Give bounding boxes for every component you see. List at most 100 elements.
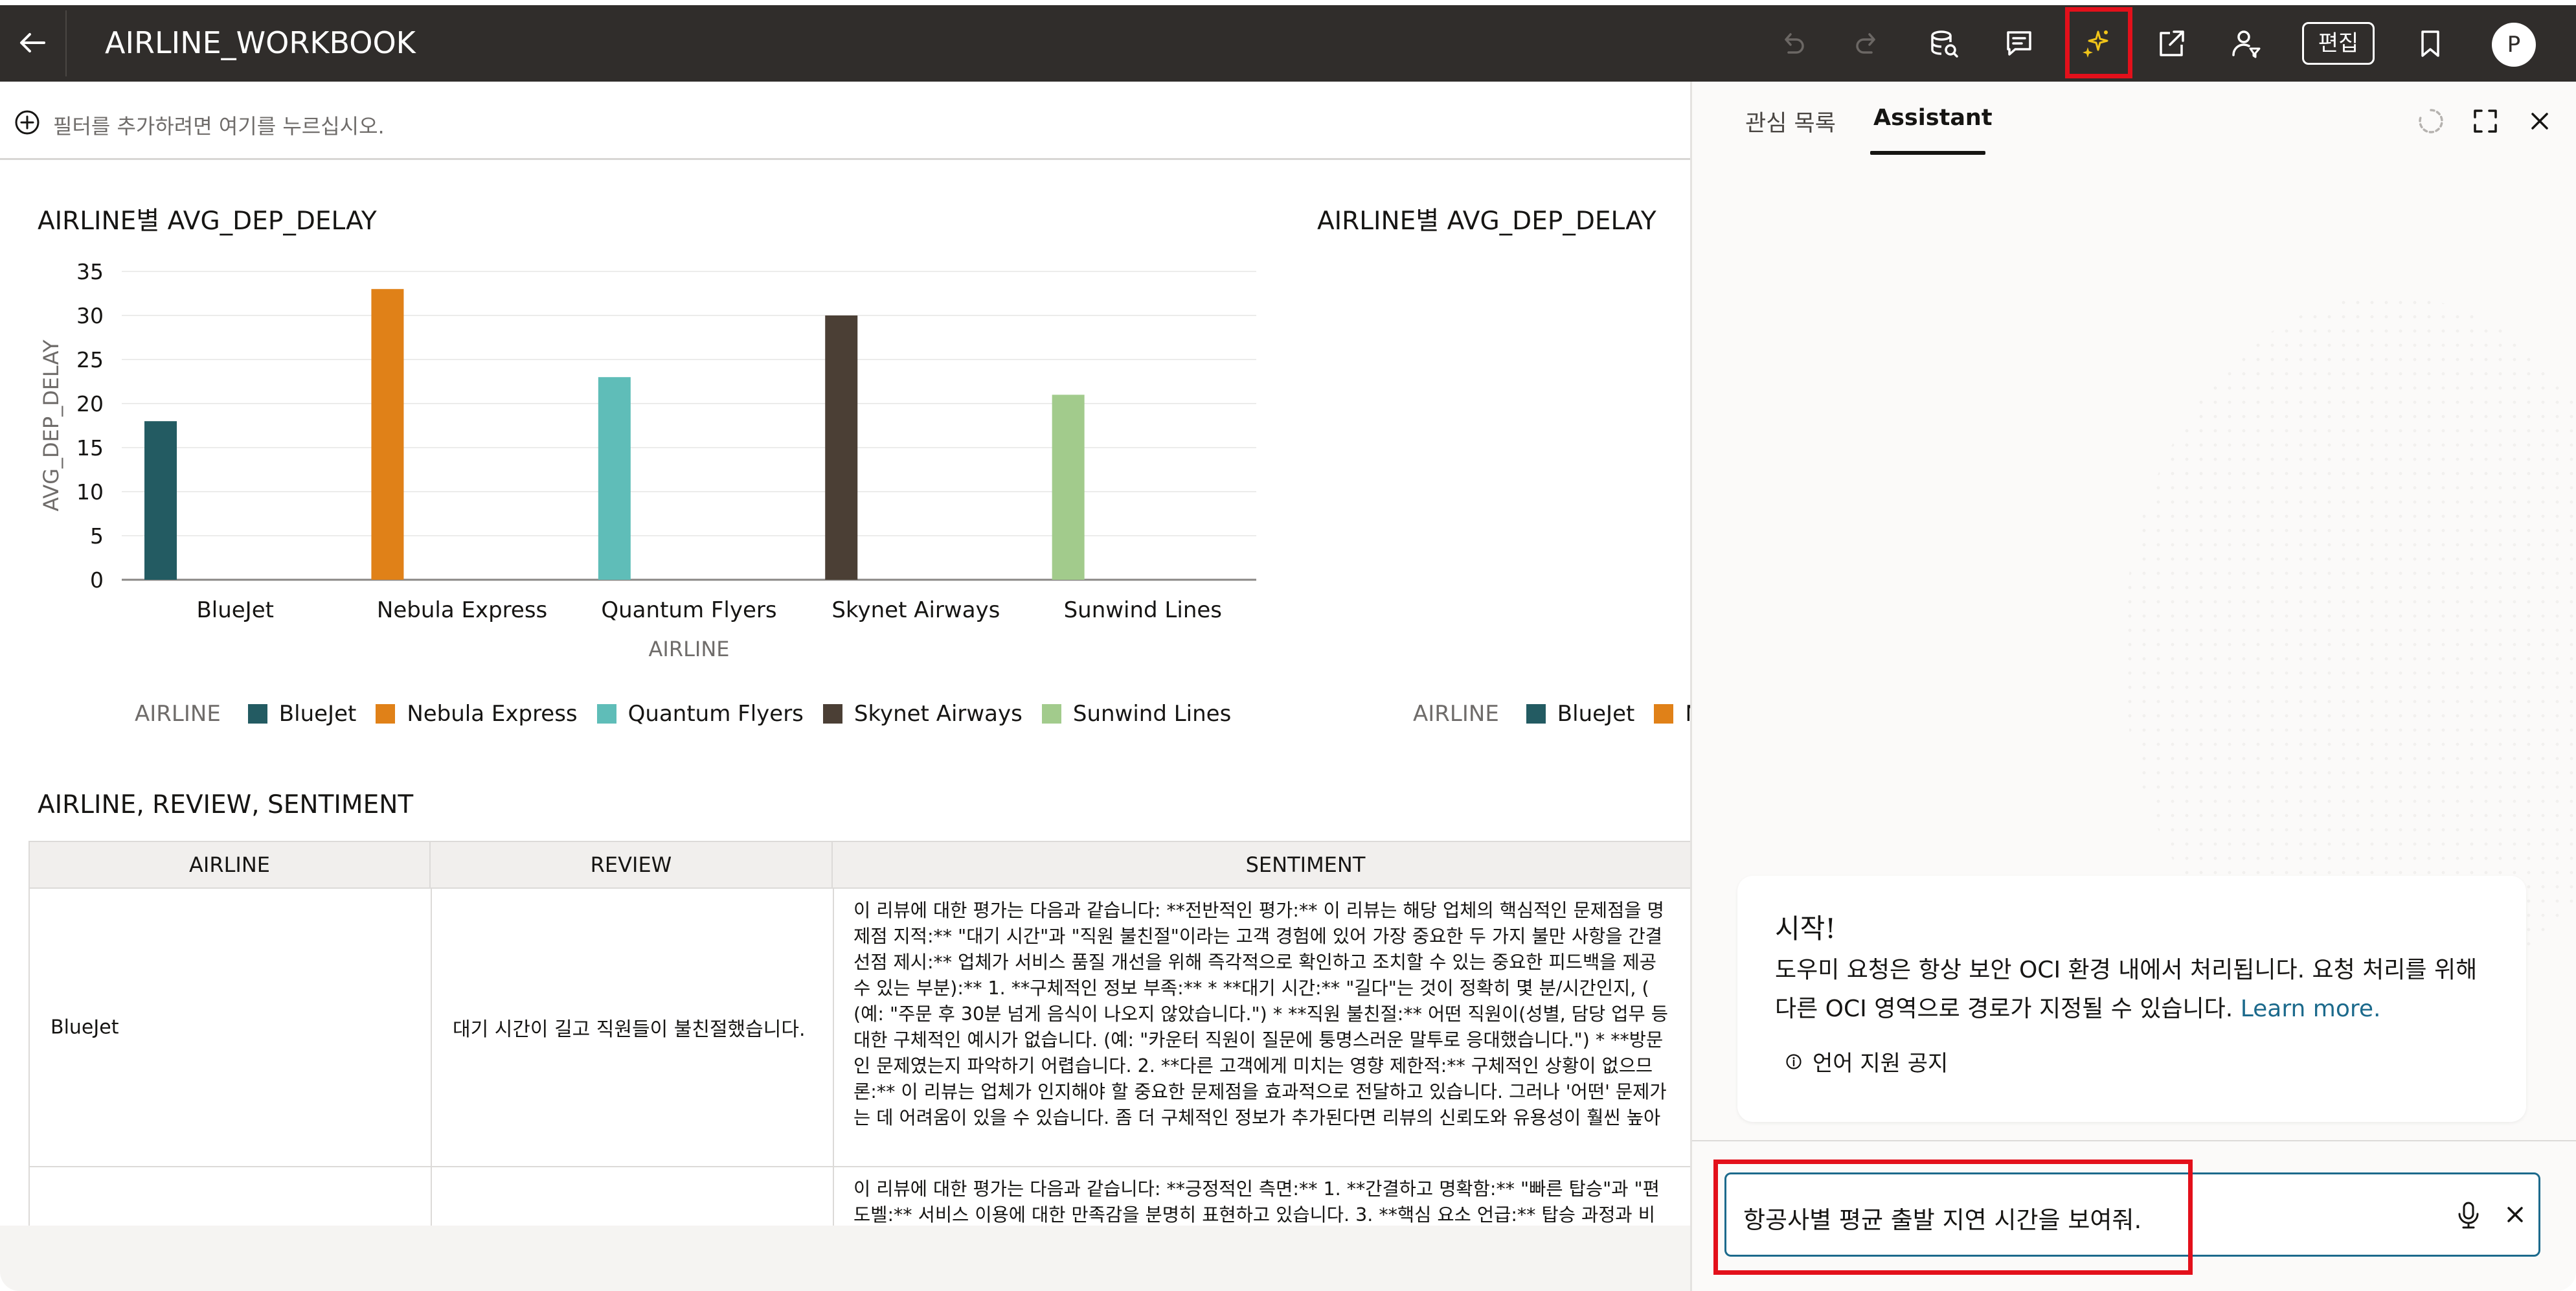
sentiment-line: 도벨:** 서비스 이용에 대한 만족감을 분명히 표현하고 있습니다. 3. … bbox=[853, 1204, 1655, 1226]
sentiment-line: 수 있는 부분):** 1. **구체적인 정보 부족:** * **대기 시간… bbox=[853, 977, 1649, 999]
y-tick-label: 25 bbox=[76, 347, 104, 372]
bar-bluejet[interactable] bbox=[144, 421, 177, 580]
bookmark-icon bbox=[2421, 30, 2439, 57]
y-tick-label: 15 bbox=[76, 435, 104, 461]
canvas-footer bbox=[0, 1226, 1690, 1291]
header-divider bbox=[65, 10, 67, 76]
legend-item-skynet-airways[interactable]: Skynet Airways bbox=[822, 701, 1022, 727]
workbook-canvas: AIRLINE별 AVG_DEP_DELAY AIRLINE별 AVG_DEP_… bbox=[0, 160, 1690, 1226]
legend-title: AIRLINE bbox=[135, 701, 221, 727]
sentiment-line: 론:** 이 리뷰는 업체가 인지해야 할 중요한 문제점을 효과적으로 전달하… bbox=[853, 1081, 1667, 1102]
legend-item-nebula-express[interactable]: N bbox=[1654, 701, 1690, 727]
y-tick-label: 30 bbox=[76, 303, 104, 328]
reset-button[interactable] bbox=[2415, 105, 2447, 137]
legend-item-quantum-flyers[interactable]: Quantum Flyers bbox=[596, 701, 804, 727]
edit-button[interactable]: 편집 bbox=[2302, 22, 2375, 65]
welcome-body: 도우미 요청은 항상 보안 OCI 환경 내에서 처리됩니다. 요청 처리를 위… bbox=[1775, 951, 2494, 1029]
avatar[interactable]: P bbox=[2492, 23, 2536, 67]
x-tick-label: Skynet Airways bbox=[831, 597, 1000, 623]
legend-item-bluejet[interactable]: BlueJet bbox=[1526, 701, 1635, 727]
cell-review bbox=[432, 1167, 834, 1226]
clear-icon[interactable] bbox=[2501, 1200, 2529, 1229]
learn-more-link[interactable]: Learn more. bbox=[2241, 996, 2381, 1022]
export-icon bbox=[2160, 30, 2184, 56]
close-panel-button[interactable] bbox=[2524, 105, 2556, 137]
x-tick-label: Quantum Flyers bbox=[601, 597, 776, 623]
legend-swatch bbox=[596, 704, 616, 724]
assistant-button-highlight bbox=[2065, 7, 2132, 78]
legend-item-sunwind-lines[interactable]: Sunwind Lines bbox=[1041, 701, 1231, 727]
y-tick-label: 0 bbox=[90, 567, 104, 593]
undo-button[interactable] bbox=[1776, 27, 1809, 60]
sentiment-line: 이 리뷰에 대한 평가는 다음과 같습니다: **전반적인 평가:** 이 리뷰… bbox=[853, 900, 1664, 921]
table-row[interactable]: 이 리뷰에 대한 평가는 다음과 같습니다: **긍정적인 측면:** 1. *… bbox=[28, 1167, 1690, 1226]
user-filter-button[interactable] bbox=[2230, 27, 2263, 60]
y-tick-label: 20 bbox=[76, 391, 104, 417]
export-button[interactable] bbox=[2154, 27, 2188, 60]
tab-assistant[interactable]: Assistant bbox=[1873, 105, 1993, 131]
bookmark-button[interactable] bbox=[2413, 27, 2447, 60]
bar-chart-avg-dep-delay: 0 5 10 15 20 25 30 35 BlueJet Nebula Express Quant… bbox=[39, 259, 1256, 661]
column-header-airline[interactable]: AIRLINE bbox=[30, 842, 431, 887]
y-tick-label: 35 bbox=[76, 259, 104, 284]
sentiment-line: 제점 지적:** "대기 시간"과 "직원 불친절"이라는 고객 경험에 있어 … bbox=[853, 926, 1663, 947]
microphone-icon[interactable] bbox=[2453, 1199, 2484, 1230]
prompt-highlight bbox=[1713, 1160, 2193, 1275]
add-filter-icon[interactable] bbox=[14, 109, 40, 135]
bar-nebula-express[interactable] bbox=[371, 289, 404, 580]
y-tick-label: 5 bbox=[90, 523, 104, 549]
table-row[interactable]: BlueJet 대기 시간이 길고 직원들이 불친절했습니다. 이 리뷰에 대한… bbox=[28, 889, 1690, 1167]
refresh-icon bbox=[2419, 109, 2443, 133]
chart-legend: AIRLINE BlueJet Nebula Express Quantum Fly… bbox=[135, 701, 1250, 727]
filter-placeholder[interactable]: 필터를 추가하려면 여기를 누르십시오. bbox=[53, 110, 385, 140]
comments-button[interactable] bbox=[2002, 27, 2036, 60]
legend-label: Quantum Flyers bbox=[627, 701, 804, 727]
close-icon bbox=[2531, 113, 2548, 130]
input-divider bbox=[1692, 1140, 2576, 1141]
column-header-review[interactable]: REVIEW bbox=[431, 842, 833, 887]
redo-button[interactable] bbox=[1851, 27, 1884, 60]
legend-label: BlueJet bbox=[1557, 701, 1635, 727]
cell-sentiment: 이 리뷰에 대한 평가는 다음과 같습니다: **전반적인 평가:** 이 리뷰… bbox=[834, 889, 1690, 1166]
filter-bar[interactable]: 필터를 추가하려면 여기를 누르십시오. bbox=[0, 82, 1690, 160]
bar-quantum-flyers[interactable] bbox=[598, 377, 631, 580]
redo-icon bbox=[1856, 33, 1875, 54]
back-button[interactable] bbox=[14, 25, 51, 61]
app-header: AIRLINE_WORKBOOK 편집 P bbox=[0, 5, 2576, 82]
legend-swatch bbox=[822, 704, 842, 724]
sentiment-line: (예: "주문 후 30분 넘게 음식이 나오지 않았습니다.") * **직원… bbox=[853, 1003, 1669, 1025]
maximize-button[interactable] bbox=[2469, 105, 2502, 137]
sentiment-line: 이 리뷰에 대한 평가는 다음과 같습니다: **긍정적인 측면:** 1. *… bbox=[853, 1178, 1660, 1200]
legend-title-secondary: AIRLINE bbox=[1413, 701, 1499, 727]
data-icon bbox=[1931, 30, 1958, 58]
user-filter-icon bbox=[2232, 30, 2261, 58]
table-header: AIRLINE REVIEW SENTIMENT bbox=[28, 841, 1690, 889]
sentiment-line: 대한 구체적인 예시가 없습니다. (예: "카운터 직원이 질문에 퉁명스러운… bbox=[853, 1029, 1664, 1051]
tab-watchlist[interactable]: 관심 목록 bbox=[1745, 105, 1836, 138]
legend-label: BlueJet bbox=[278, 701, 357, 727]
column-header-sentiment[interactable]: SENTIMENT bbox=[833, 842, 1690, 887]
app-window: AIRLINE_WORKBOOK 편집 P 필터를 추가하려면 여기를 누르십시… bbox=[0, 0, 2576, 1291]
chart-legend-secondary: AIRLINE BlueJet N bbox=[1413, 701, 1690, 727]
legend-label: N bbox=[1685, 701, 1690, 727]
assistant-panel: 관심 목록 Assistant 시작! 도우미 요청은 항상 보안 OCI 환경… bbox=[1690, 82, 2576, 1291]
y-axis-label: AVG_DEP_DELAY bbox=[39, 339, 63, 512]
language-notice-link[interactable]: 언어 지원 공지 bbox=[1785, 1045, 1948, 1077]
info-icon bbox=[1786, 1053, 1802, 1069]
undo-icon bbox=[1785, 33, 1804, 54]
data-button[interactable] bbox=[1926, 27, 1960, 60]
legend-item-bluejet[interactable]: BlueJet bbox=[247, 701, 357, 727]
active-tab-indicator bbox=[1870, 151, 1985, 155]
legend-item-nebula-express[interactable]: Nebula Express bbox=[376, 701, 578, 727]
welcome-heading: 시작! bbox=[1775, 913, 1836, 944]
legend-swatch bbox=[376, 704, 396, 724]
expand-icon bbox=[2474, 109, 2497, 133]
arrow-left-icon bbox=[20, 33, 45, 52]
cell-sentiment: 이 리뷰에 대한 평가는 다음과 같습니다: **긍정적인 측면:** 1. *… bbox=[834, 1167, 1690, 1226]
comment-icon bbox=[2007, 31, 2031, 56]
cell-airline: BlueJet bbox=[30, 889, 432, 1166]
table-title: AIRLINE, REVIEW, SENTIMENT bbox=[38, 790, 414, 819]
bar-sunwind-lines[interactable] bbox=[1052, 394, 1085, 580]
bar-skynet-airways[interactable] bbox=[825, 315, 858, 580]
cell-review: 대기 시간이 길고 직원들이 불친절했습니다. bbox=[432, 889, 834, 1166]
